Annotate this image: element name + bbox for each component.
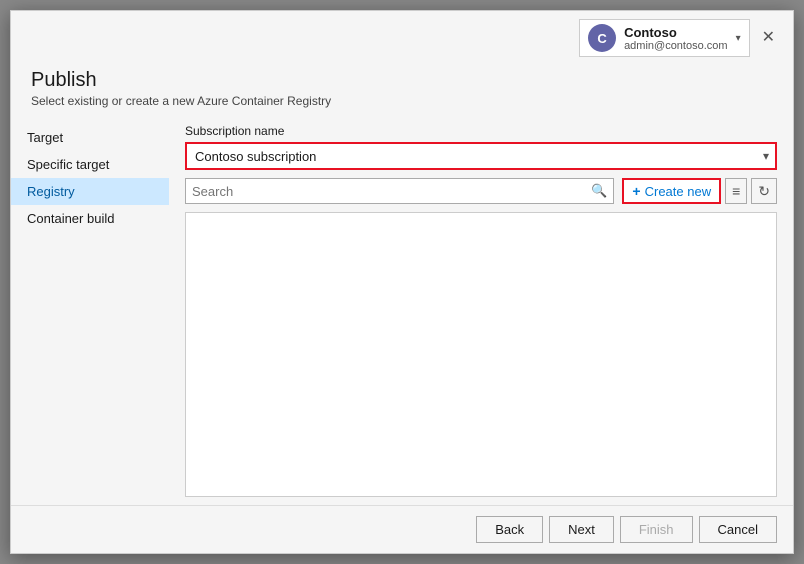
footer: Back Next Finish Cancel: [11, 505, 793, 553]
user-email: admin@contoso.com: [624, 40, 728, 52]
sidebar-item-target[interactable]: Target: [11, 124, 169, 151]
sidebar-item-registry[interactable]: Registry: [11, 178, 169, 205]
toolbar-right: + Create new ≡ ↻: [622, 178, 777, 204]
main-content: Subscription name Contoso subscription 🔍…: [169, 116, 793, 505]
refresh-icon: ↻: [758, 183, 770, 200]
subscription-section: Subscription name Contoso subscription: [185, 124, 777, 170]
publish-dialog: C Contoso admin@contoso.com ▾ ✕ Publish …: [10, 10, 794, 554]
dialog-subtitle: Select existing or create a new Azure Co…: [31, 94, 773, 108]
avatar: C: [588, 24, 616, 52]
title-bar-right: C Contoso admin@contoso.com ▾ ✕: [579, 19, 781, 57]
registry-toolbar: 🔍 + Create new ≡ ↻: [185, 178, 777, 204]
create-new-label: Create new: [645, 184, 711, 199]
sidebar: Target Specific target Registry Containe…: [11, 116, 169, 505]
columns-icon: ≡: [732, 183, 740, 199]
finish-button[interactable]: Finish: [620, 516, 693, 543]
registry-list: [185, 212, 777, 497]
title-bar: C Contoso admin@contoso.com ▾ ✕: [11, 11, 793, 61]
cancel-button[interactable]: Cancel: [699, 516, 777, 543]
user-name: Contoso: [624, 25, 728, 40]
search-input[interactable]: [192, 184, 591, 199]
back-button[interactable]: Back: [476, 516, 543, 543]
content-area: Target Specific target Registry Containe…: [11, 116, 793, 505]
columns-button[interactable]: ≡: [725, 178, 747, 204]
header-section: Publish Select existing or create a new …: [11, 61, 793, 116]
search-box: 🔍: [185, 178, 614, 204]
sidebar-item-specific-target[interactable]: Specific target: [11, 151, 169, 178]
subscription-select-wrapper: Contoso subscription: [185, 142, 777, 170]
refresh-button[interactable]: ↻: [751, 178, 777, 204]
user-badge[interactable]: C Contoso admin@contoso.com ▾: [579, 19, 750, 57]
next-button[interactable]: Next: [549, 516, 614, 543]
search-icon: 🔍: [591, 183, 607, 199]
close-button[interactable]: ✕: [756, 28, 781, 48]
user-info: Contoso admin@contoso.com: [624, 25, 728, 52]
subscription-select[interactable]: Contoso subscription: [185, 142, 777, 170]
dialog-title: Publish: [31, 69, 773, 92]
user-dropdown-arrow: ▾: [736, 33, 741, 44]
subscription-label: Subscription name: [185, 124, 777, 138]
create-new-button[interactable]: + Create new: [622, 178, 721, 204]
sidebar-item-container-build[interactable]: Container build: [11, 205, 169, 232]
plus-icon: +: [632, 183, 640, 199]
